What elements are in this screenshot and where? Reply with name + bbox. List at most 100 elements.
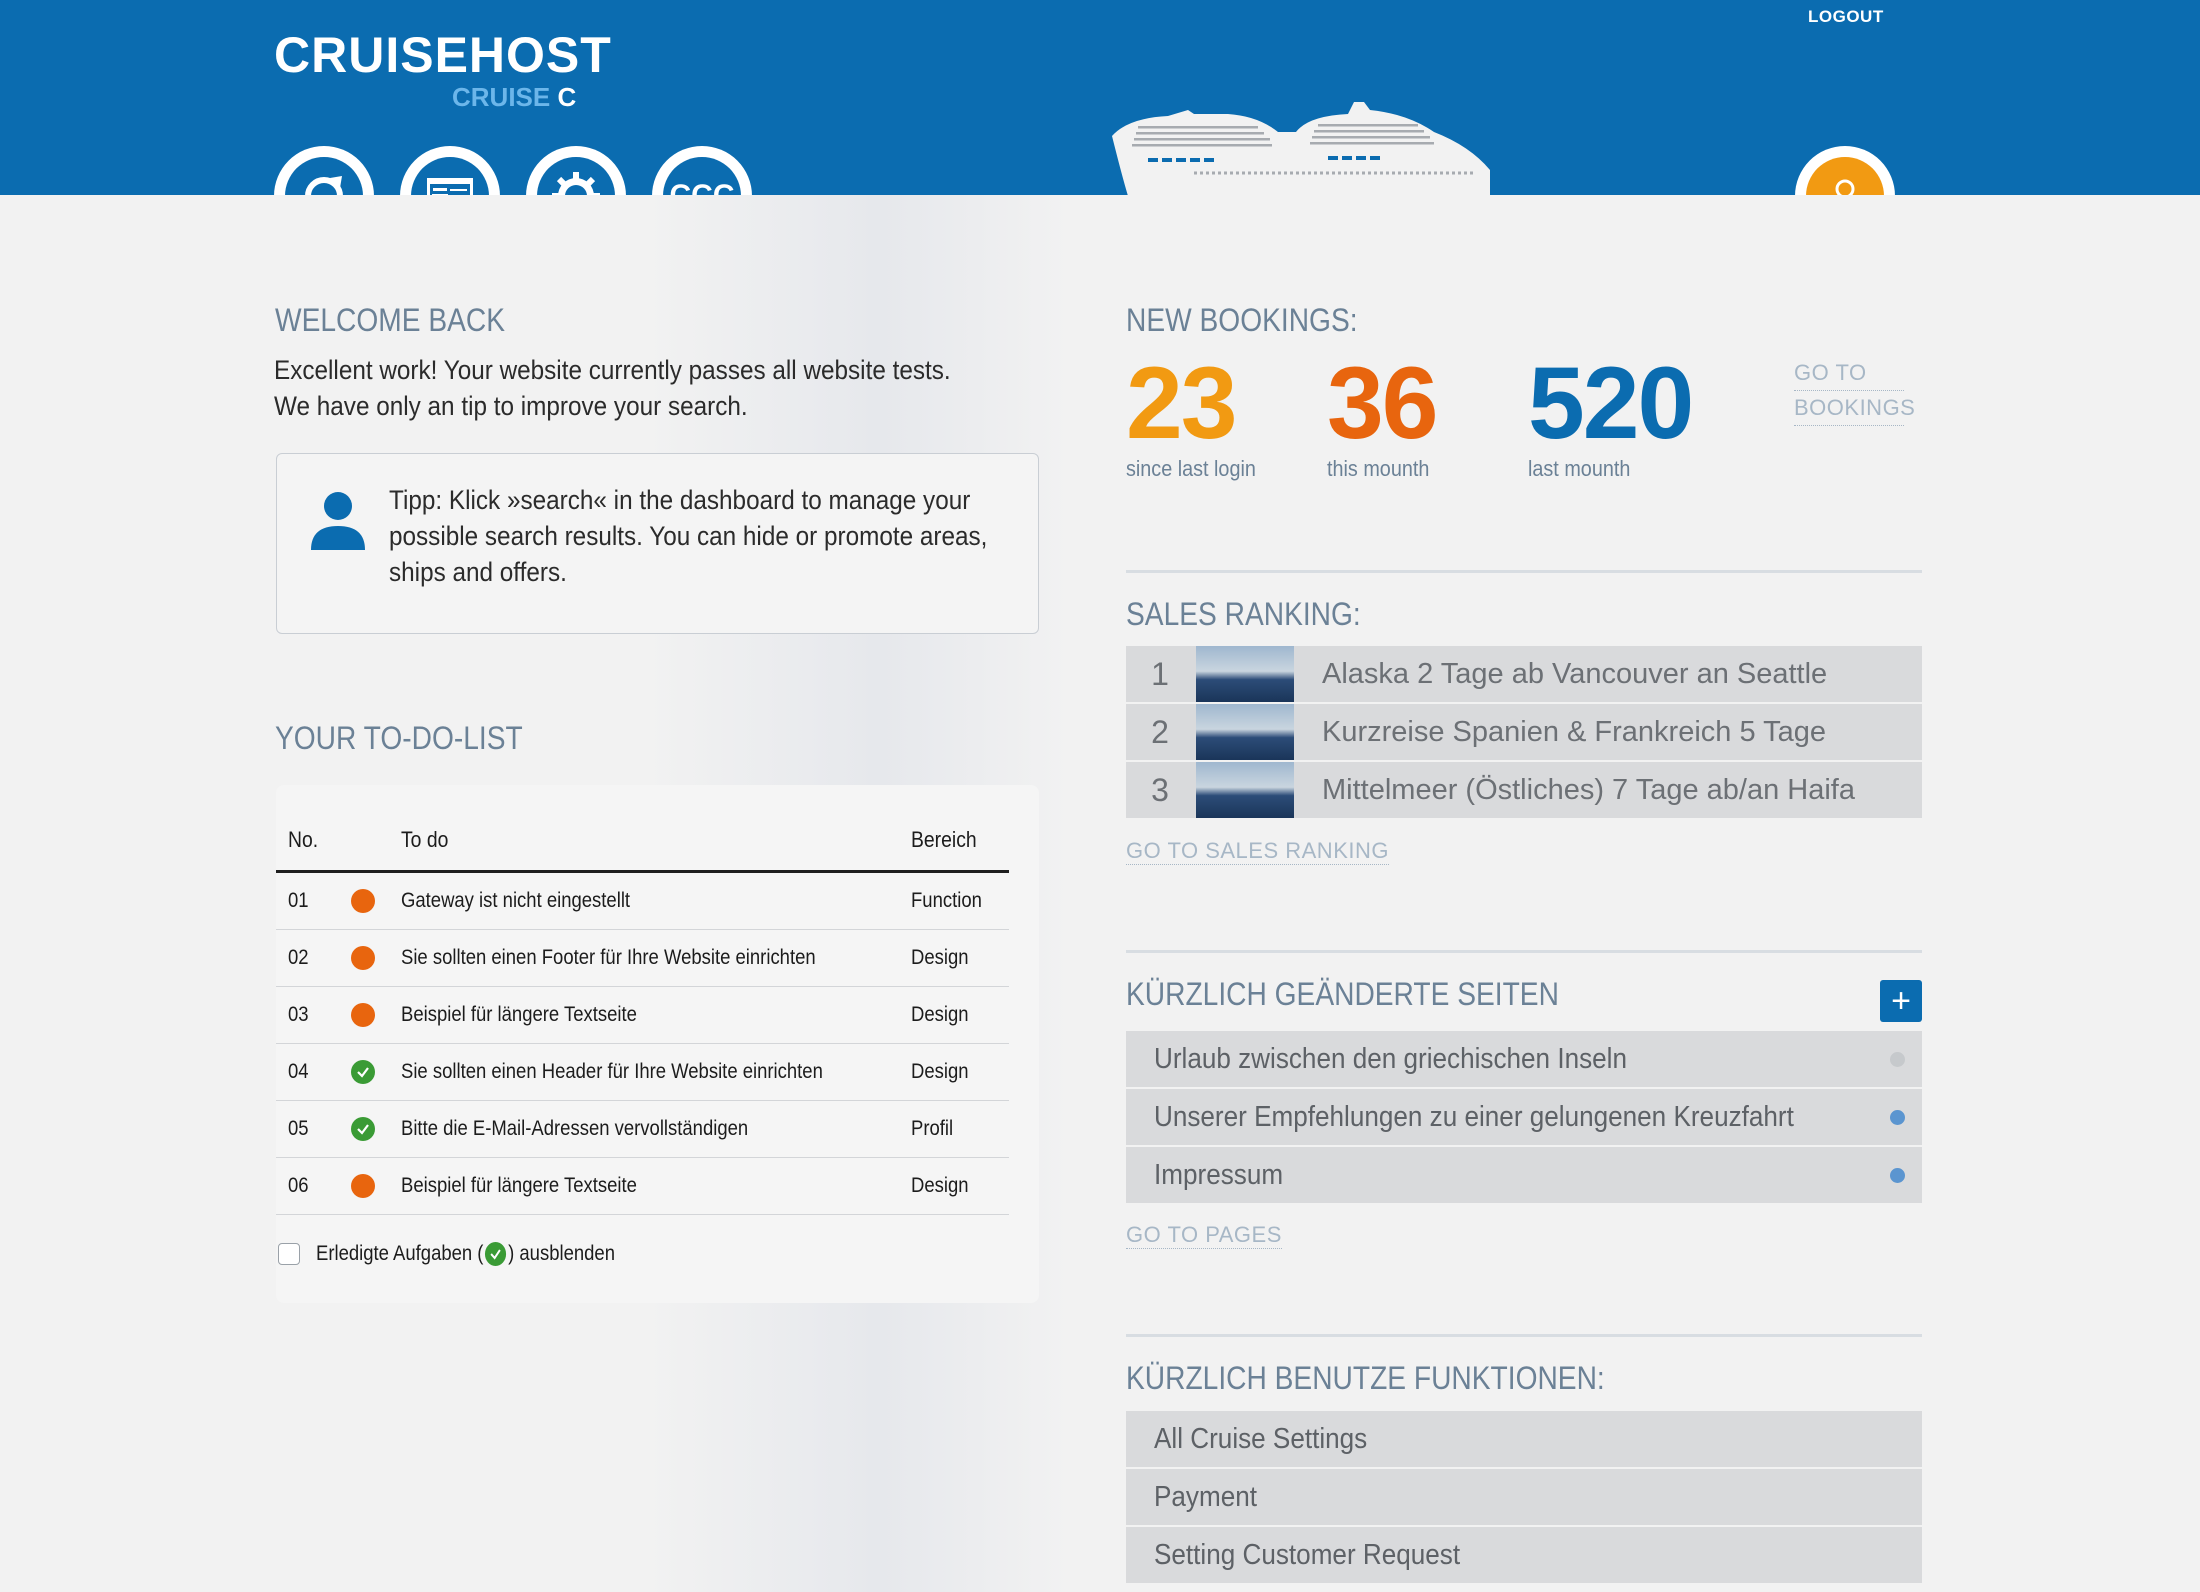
go-to-bookings-line1: GO TO bbox=[1794, 356, 1904, 391]
tip-body: Klick »search« in the dashboard to manag… bbox=[389, 485, 988, 587]
go-to-bookings-link[interactable]: GO TO BOOKINGS bbox=[1794, 356, 1915, 426]
rank-title: Mittelmeer (Östliches) 7 Tage ab/an Haif… bbox=[1322, 773, 1855, 806]
bookings-last-month-value: 520 bbox=[1528, 346, 1694, 460]
section-divider bbox=[1126, 950, 1922, 953]
row-number: 01 bbox=[288, 889, 309, 912]
table-row[interactable]: 03 Beispiel für längere Textseite Design bbox=[276, 987, 1009, 1044]
tip-box: Tipp: Klick »search« in the dashboard to… bbox=[276, 453, 1039, 634]
row-todo: Sie sollten einen Footer für Ihre Websit… bbox=[401, 946, 816, 969]
rank-title: Alaska 2 Tage ab Vancouver an Seattle bbox=[1322, 657, 1828, 690]
bookings-this-month-value: 36 bbox=[1327, 346, 1438, 460]
bookings-this-month-label: this mounth bbox=[1327, 456, 1430, 481]
person-icon bbox=[311, 492, 365, 550]
hide-done-toggle[interactable]: Erledigte Aufgaben ( ) ausblenden bbox=[278, 1240, 656, 1268]
row-todo: Gateway ist nicht eingestellt bbox=[401, 889, 631, 912]
hide-done-label: Erledigte Aufgaben ( ) ausblenden bbox=[316, 1242, 615, 1266]
sales-rank-item[interactable]: 3 Mittelmeer (Östliches) 7 Tage ab/an Ha… bbox=[1126, 762, 1922, 818]
functions-title: KÜRZLICH BENUTZE FUNKTIONEN: bbox=[1126, 1360, 1605, 1396]
function-title: Payment bbox=[1154, 1480, 1258, 1513]
page-list-item[interactable]: Urlaub zwischen den griechischen Inseln bbox=[1126, 1031, 1922, 1087]
hide-label-suffix: ) ausblenden bbox=[508, 1242, 615, 1265]
status-done-check-icon bbox=[351, 1117, 375, 1141]
welcome-message: Excellent work! Your website currently p… bbox=[274, 355, 951, 421]
logout-link[interactable]: LOGOUT bbox=[1808, 7, 1884, 27]
row-area: Design bbox=[911, 1060, 969, 1083]
column-todo: To do bbox=[401, 827, 449, 852]
table-row[interactable]: 06 Beispiel für längere Textseite Design bbox=[276, 1158, 1009, 1215]
hide-label-prefix: Erledigte Aufgaben ( bbox=[316, 1242, 484, 1265]
status-done-check-icon bbox=[351, 1060, 375, 1084]
row-area: Profil bbox=[911, 1117, 954, 1140]
go-to-pages-link[interactable]: GO TO PAGES bbox=[1126, 1222, 1282, 1249]
row-area: Design bbox=[911, 1174, 969, 1197]
logo-sub-cruise: CRUISE bbox=[452, 82, 551, 112]
sales-title: SALES RANKING: bbox=[1126, 596, 1361, 632]
page-status-dot bbox=[1890, 1110, 1905, 1125]
function-list-item[interactable]: All Cruise Settings bbox=[1126, 1411, 1922, 1467]
row-area: Design bbox=[911, 1003, 969, 1026]
sales-rank-item[interactable]: 2 Kurzreise Spanien & Frankreich 5 Tage bbox=[1126, 704, 1922, 760]
section-divider bbox=[1126, 1334, 1922, 1337]
table-row[interactable]: 05 Bitte die E-Mail-Adressen vervollstän… bbox=[276, 1101, 1009, 1158]
row-number: 03 bbox=[288, 1003, 309, 1026]
tip-text: Tipp: Klick »search« in the dashboard to… bbox=[389, 482, 1019, 590]
row-todo: Bitte die E-Mail-Adressen vervollständig… bbox=[401, 1117, 749, 1140]
rank-number: 3 bbox=[1151, 771, 1169, 808]
table-row[interactable]: 04 Sie sollten einen Header für Ihre Web… bbox=[276, 1044, 1009, 1101]
row-number: 02 bbox=[288, 946, 309, 969]
todo-card: No. To do Bereich 01 Gateway ist nicht e… bbox=[276, 785, 1039, 1303]
section-divider bbox=[1126, 570, 1922, 573]
page-status-dot bbox=[1890, 1168, 1905, 1183]
column-bereich: Bereich bbox=[911, 827, 977, 852]
row-area: Design bbox=[911, 946, 969, 969]
welcome-title: WELCOME BACK bbox=[275, 302, 506, 338]
logo-wordmark: CRUISEHOST bbox=[274, 27, 612, 83]
page-title: Unserer Empfehlungen zu einer gelungenen… bbox=[1154, 1100, 1794, 1133]
page-list-item[interactable]: Unserer Empfehlungen zu einer gelungenen… bbox=[1126, 1089, 1922, 1145]
row-todo: Beispiel für längere Textseite bbox=[401, 1174, 637, 1197]
ship-thumbnail bbox=[1196, 762, 1294, 818]
page-status-dot bbox=[1890, 1052, 1905, 1067]
add-page-button[interactable]: + bbox=[1880, 980, 1922, 1022]
page-title: Urlaub zwischen den griechischen Inseln bbox=[1154, 1042, 1627, 1075]
table-row[interactable]: 01 Gateway ist nicht eingestellt Functio… bbox=[276, 873, 1009, 930]
function-list-item[interactable]: Setting Customer Request bbox=[1126, 1527, 1922, 1583]
check-circle-icon bbox=[485, 1242, 507, 1266]
logo-subtitle: CRUISE C bbox=[452, 82, 576, 112]
logo-sub-c: C bbox=[557, 82, 577, 112]
page-title: Impressum bbox=[1154, 1158, 1284, 1191]
pages-title: KÜRZLICH GEÄNDERTE SEITEN bbox=[1126, 976, 1559, 1012]
rank-number: 2 bbox=[1151, 713, 1169, 750]
row-number: 05 bbox=[288, 1117, 309, 1140]
function-title: All Cruise Settings bbox=[1154, 1422, 1368, 1455]
function-list-item[interactable]: Payment bbox=[1126, 1469, 1922, 1525]
status-open-icon bbox=[351, 946, 375, 970]
cruisehost-logo[interactable]: CRUISEHOST CRUISE C bbox=[274, 27, 612, 112]
rank-number: 1 bbox=[1151, 655, 1169, 692]
hide-done-checkbox[interactable] bbox=[278, 1243, 300, 1265]
table-row[interactable]: 02 Sie sollten einen Footer für Ihre Web… bbox=[276, 930, 1009, 987]
ship-thumbnail bbox=[1196, 646, 1294, 702]
bookings-since-login-label: since last login bbox=[1126, 456, 1256, 481]
tip-label: Tipp: bbox=[389, 485, 443, 515]
status-open-icon bbox=[351, 1003, 375, 1027]
ship-thumbnail bbox=[1196, 704, 1294, 760]
row-todo: Sie sollten einen Header für Ihre Websit… bbox=[401, 1060, 823, 1083]
go-to-sales-ranking-link[interactable]: GO TO SALES RANKING bbox=[1126, 838, 1389, 865]
status-open-icon bbox=[351, 889, 375, 913]
row-number: 04 bbox=[288, 1060, 309, 1083]
sales-rank-item[interactable]: 1 Alaska 2 Tage ab Vancouver an Seattle bbox=[1126, 646, 1922, 702]
row-todo: Beispiel für längere Textseite bbox=[401, 1003, 637, 1026]
go-to-bookings-line2: BOOKINGS bbox=[1794, 391, 1915, 426]
page-list-item[interactable]: Impressum bbox=[1126, 1147, 1922, 1203]
column-no: No. bbox=[288, 827, 319, 852]
todo-title: YOUR TO-DO-LIST bbox=[275, 720, 523, 756]
function-title: Setting Customer Request bbox=[1154, 1538, 1461, 1571]
todo-table-header: No. To do Bereich bbox=[276, 827, 1009, 857]
row-number: 06 bbox=[288, 1174, 309, 1197]
bookings-since-login-value: 23 bbox=[1126, 346, 1237, 460]
status-open-icon bbox=[351, 1174, 375, 1198]
row-area: Function bbox=[911, 889, 982, 912]
rank-title: Kurzreise Spanien & Frankreich 5 Tage bbox=[1322, 715, 1827, 748]
bookings-last-month-label: last mounth bbox=[1528, 456, 1631, 481]
